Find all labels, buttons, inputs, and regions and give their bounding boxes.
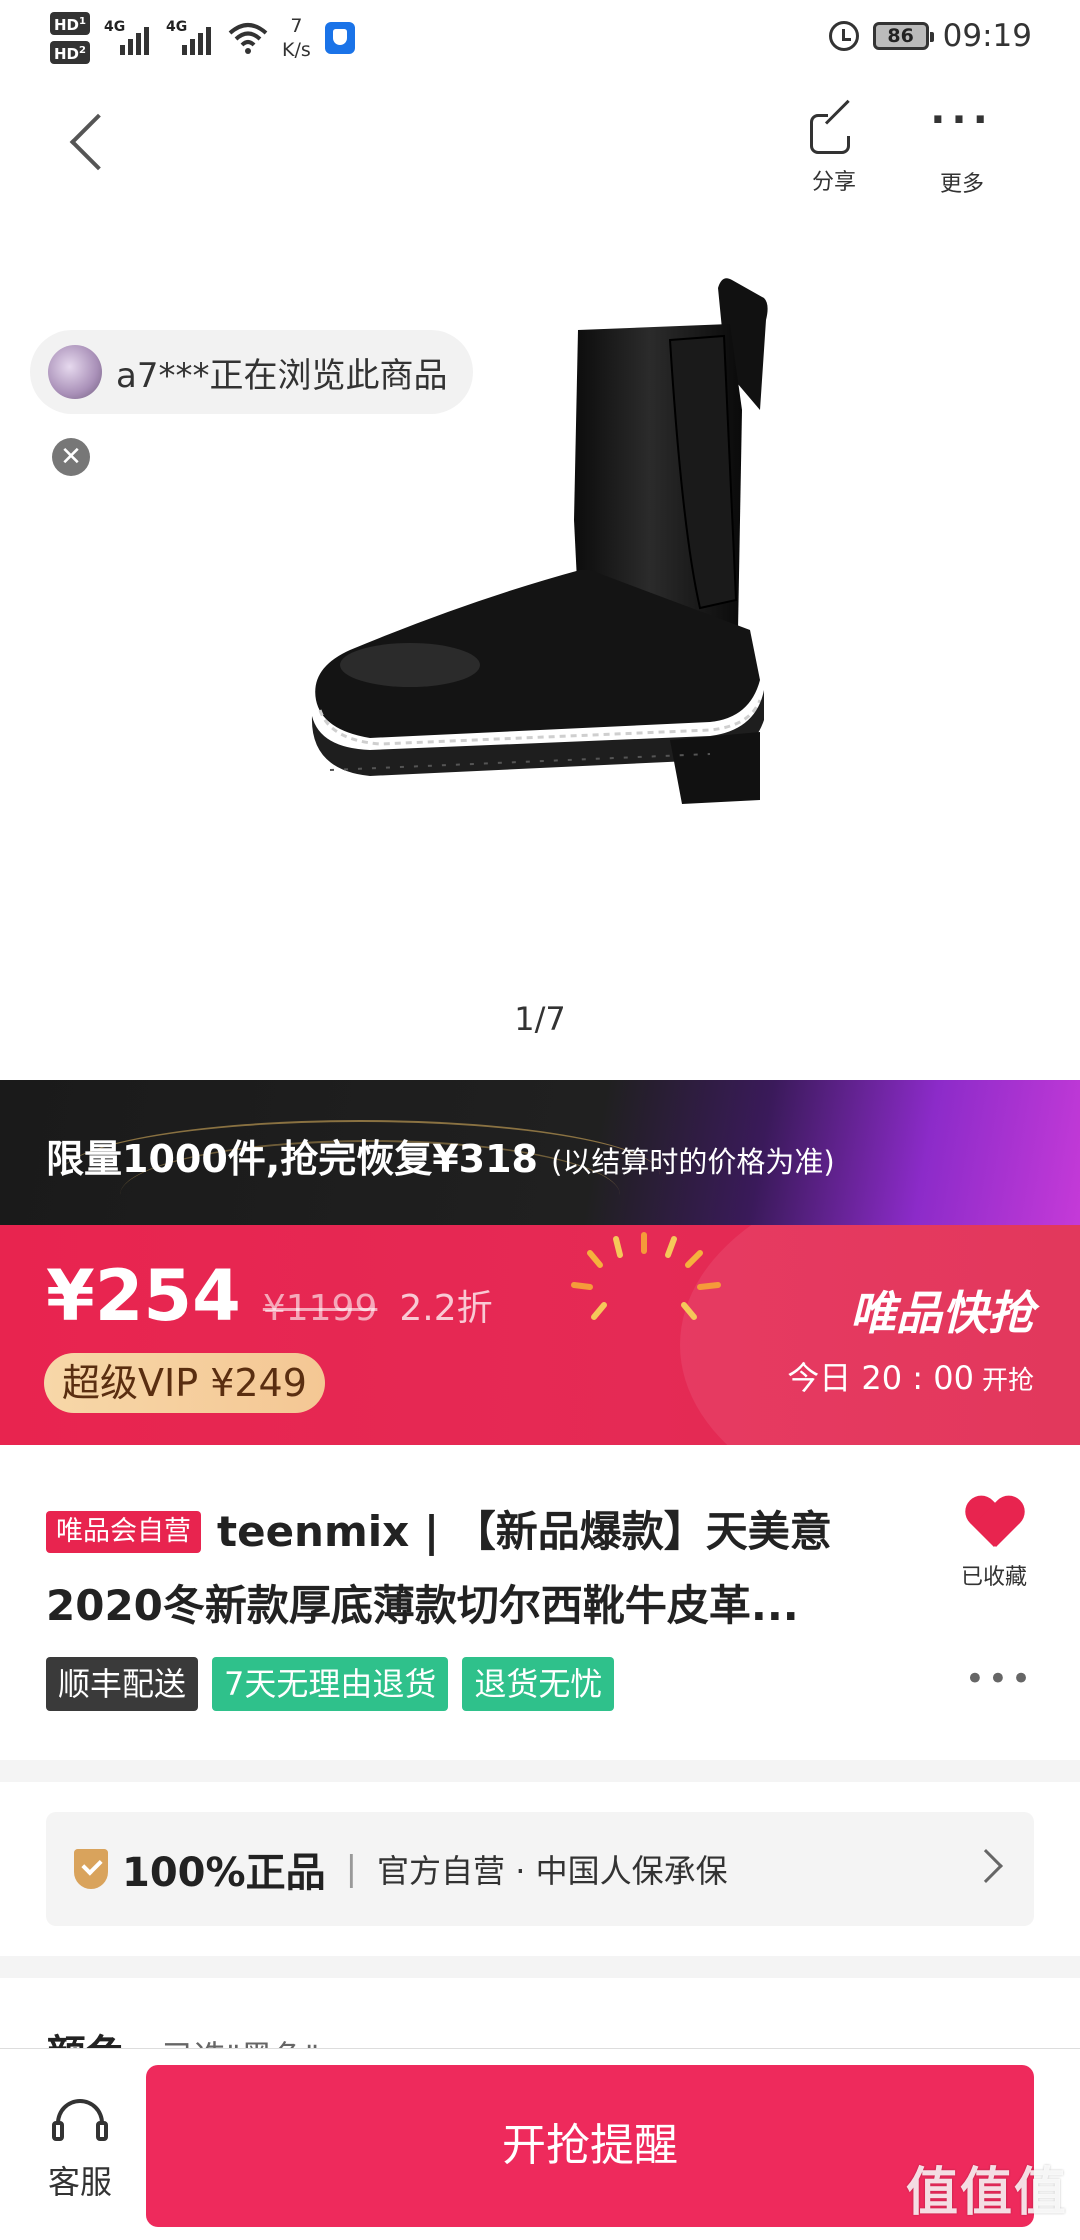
headset-icon [52, 2099, 108, 2147]
authenticity-separator: | [345, 1849, 358, 1889]
chevron-right-icon [969, 1849, 1003, 1883]
network-speed: 7 K/s [282, 14, 311, 62]
flash-sale-time: 今日 20 : 00 开抢 [787, 1353, 1034, 1399]
watermark-logo: 值值值 [905, 2163, 1068, 2223]
avatar [48, 345, 102, 399]
site-watermark: 值值值 zhizhizhi.com [906, 2150, 1068, 2240]
top-nav: 分享 ··· 更多 [0, 99, 1080, 210]
authenticity-title: 100%正品 [122, 1850, 326, 1896]
more-tags-icon[interactable]: ••• [965, 1662, 1034, 1696]
close-icon[interactable]: ✕ [52, 438, 90, 476]
limited-offer-banner: 限量1000件,抢完恢复¥318 (以结算时的价格为准) [0, 1080, 1080, 1225]
speed-value: 7 [290, 15, 303, 37]
self-operated-tag: 唯品会自营 [46, 1511, 201, 1553]
status-right: 86 09:19 [828, 18, 1032, 54]
clock: 09:19 [942, 18, 1032, 54]
battery-icon: 86 [872, 22, 934, 50]
price-panel: ¥254 ¥1199 2.2折 超级VIP ¥249 唯品快抢 今日 20 : … [0, 1225, 1080, 1445]
tag-7day-return: 7天无理由退货 [212, 1657, 449, 1711]
section-divider [0, 1956, 1080, 1978]
share-label: 分享 [811, 170, 856, 195]
limited-offer-main: 限量1000件,抢完恢复¥318 [46, 1137, 538, 1181]
tag-shipping: 顺丰配送 [46, 1657, 199, 1711]
tag-return-worry-free: 退货无忧 [462, 1657, 615, 1711]
flash-sale-title: 唯品快抢 [850, 1286, 1034, 1340]
speed-unit: K/s [281, 39, 311, 61]
service-tags: 顺丰配送 7天无理由退货 退货无忧 [46, 1657, 615, 1711]
vip-price-badge[interactable]: 超级VIP ¥249 [44, 1353, 325, 1413]
more-dots-icon: ··· [930, 97, 994, 143]
signal-icon-sim2: 4G [165, 19, 214, 55]
product-info: 唯品会自营 teenmix | 【新品爆款】天美意2020冬新款厚底薄款切尔西靴牛… [0, 1445, 1080, 1760]
signal-icon-sim1: 4G [103, 19, 152, 55]
original-price: ¥1199 [262, 1288, 378, 1329]
hd-badge-2: HD2 [50, 41, 90, 64]
discount-rate: 2.2折 [399, 1288, 493, 1329]
current-price: ¥254 [46, 1255, 241, 1337]
flash-sale-start-label: 开抢 [981, 1366, 1034, 1396]
hd-indicators: HD1 HD2 [50, 12, 90, 64]
customer-service-label: 客服 [47, 2163, 112, 2201]
more-label: 更多 [939, 172, 984, 197]
product-image[interactable] [290, 270, 790, 830]
network-type-label: 4G [165, 19, 188, 35]
watermark-url: zhizhizhi.com [926, 2225, 1048, 2240]
security-app-icon [324, 22, 355, 54]
limited-offer-text: 限量1000件,抢完恢复¥318 (以结算时的价格为准) [46, 1128, 835, 1183]
favorite-button[interactable]: 已收藏 [954, 1497, 1034, 1591]
authenticity-subtitle: 官方自营 · 中国人保承保 [377, 1852, 728, 1890]
favorite-label: 已收藏 [960, 1565, 1027, 1590]
back-icon[interactable] [69, 113, 127, 171]
limited-offer-note: (以结算时的价格为准) [551, 1145, 835, 1179]
status-bar: HD1 HD2 4G 4G 7 K/s 86 09:19 [0, 0, 1080, 80]
share-button[interactable]: 分享 [784, 99, 884, 196]
gallery-pager: 1/7 [514, 1000, 566, 1038]
share-icon [810, 99, 858, 154]
customer-service-button[interactable]: 客服 [34, 2099, 126, 2203]
product-title: 唯品会自营 teenmix | 【新品爆款】天美意2020冬新款厚底薄款切尔西靴牛… [46, 1495, 906, 1643]
price-row: ¥254 ¥1199 2.2折 [46, 1255, 493, 1337]
hd-badge-1: HD1 [50, 12, 90, 35]
firework-icon [571, 1232, 721, 1320]
wifi-icon [228, 23, 268, 54]
network-type-label: 4G [103, 19, 126, 35]
status-left: HD1 HD2 4G 4G 7 K/s [50, 12, 355, 64]
flash-sale-reminder-button[interactable]: 开抢提醒 [146, 2065, 1034, 2227]
shield-check-icon [74, 1849, 108, 1889]
flash-sale-start-time: 今日 20 : 00 [787, 1359, 974, 1397]
authenticity-card[interactable]: 100%正品 | 官方自营 · 中国人保承保 [46, 1812, 1034, 1926]
heart-icon [964, 1497, 1024, 1551]
alarm-icon [828, 21, 859, 51]
section-divider [0, 1760, 1080, 1782]
more-button[interactable]: ··· 更多 [912, 100, 1012, 198]
